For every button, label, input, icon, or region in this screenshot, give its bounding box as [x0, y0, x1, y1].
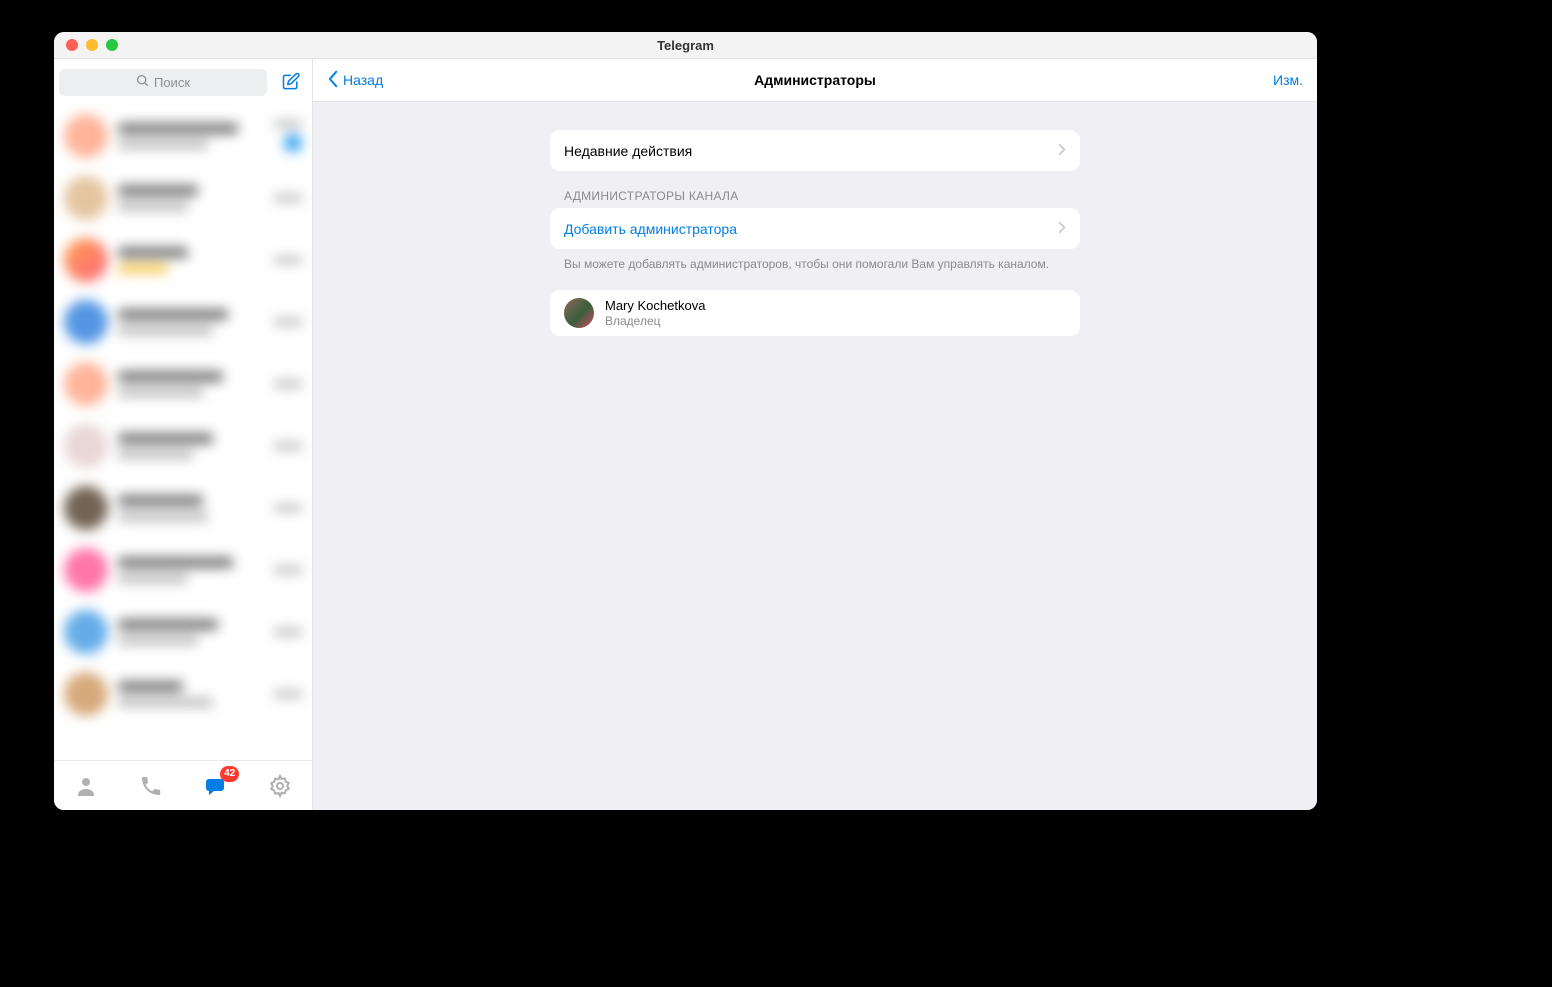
search-icon — [136, 74, 149, 90]
tab-chats[interactable]: 42 — [199, 770, 231, 802]
window-close-button[interactable] — [66, 39, 78, 51]
window-title: Telegram — [54, 38, 1317, 53]
chat-item[interactable] — [54, 229, 312, 291]
recent-actions-label: Недавние действия — [564, 143, 692, 159]
content: Поиск — [54, 59, 1317, 810]
admin-name: Mary Kochetkova — [605, 298, 705, 313]
sidebar-tabs: 42 — [54, 760, 312, 810]
back-label: Назад — [343, 72, 383, 88]
tab-calls[interactable] — [135, 770, 167, 802]
window-minimize-button[interactable] — [86, 39, 98, 51]
search-wrap: Поиск — [59, 69, 267, 96]
window-maximize-button[interactable] — [106, 39, 118, 51]
panel-add-admin: Добавить администратора — [550, 208, 1080, 249]
sidebar-top: Поиск — [54, 59, 312, 105]
titlebar: Telegram — [54, 32, 1317, 59]
main-panel: Назад Администраторы Изм. Недавние дейст… — [313, 59, 1317, 810]
traffic-lights — [54, 39, 118, 51]
chat-item[interactable] — [54, 663, 312, 725]
chevron-left-icon — [327, 70, 340, 91]
panel-wrap: Недавние действия АДМИНИСТРАТОРЫ КАНАЛА … — [550, 130, 1080, 336]
chat-item[interactable] — [54, 415, 312, 477]
main-body: Недавние действия АДМИНИСТРАТОРЫ КАНАЛА … — [313, 102, 1317, 810]
chat-list-blurred — [54, 105, 312, 760]
chat-item[interactable] — [54, 167, 312, 229]
compose-button[interactable] — [275, 66, 307, 98]
admin-info: Mary Kochetkova Владелец — [605, 298, 705, 328]
sidebar: Поиск — [54, 59, 313, 810]
add-admin-label: Добавить администратора — [564, 221, 737, 237]
add-admin-row[interactable]: Добавить администратора — [550, 208, 1080, 249]
app-window: Telegram Поиск — [54, 32, 1317, 810]
back-button[interactable]: Назад — [327, 70, 383, 91]
chat-item[interactable] — [54, 291, 312, 353]
main-header: Назад Администраторы Изм. — [313, 59, 1317, 102]
panel-admins-list: Mary Kochetkova Владелец — [550, 290, 1080, 336]
tab-contacts[interactable] — [70, 770, 102, 802]
chat-item[interactable] — [54, 353, 312, 415]
admins-section-label: АДМИНИСТРАТОРЫ КАНАЛА — [550, 189, 1080, 208]
chat-item[interactable] — [54, 539, 312, 601]
chevron-right-icon — [1058, 143, 1066, 159]
admin-row[interactable]: Mary Kochetkova Владелец — [550, 290, 1080, 336]
chat-item[interactable] — [54, 601, 312, 663]
page-title: Администраторы — [313, 72, 1317, 88]
admin-role: Владелец — [605, 314, 705, 328]
edit-button[interactable]: Изм. — [1273, 72, 1303, 88]
tab-settings[interactable] — [264, 770, 296, 802]
avatar — [564, 298, 594, 328]
admins-section-footer: Вы можете добавлять администраторов, что… — [550, 249, 1080, 272]
recent-actions-row[interactable]: Недавние действия — [550, 130, 1080, 171]
search-placeholder: Поиск — [154, 75, 190, 90]
panel-recent-actions: Недавние действия — [550, 130, 1080, 171]
chats-badge: 42 — [220, 766, 239, 782]
search-input[interactable]: Поиск — [59, 69, 267, 96]
chat-item[interactable] — [54, 477, 312, 539]
chat-item[interactable] — [54, 105, 312, 167]
chevron-right-icon — [1058, 221, 1066, 237]
